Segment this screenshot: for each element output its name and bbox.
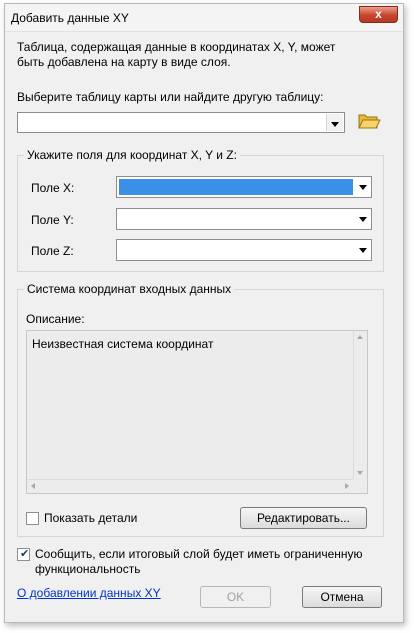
intro-text: Таблица, содержащая данные в координатах…: [17, 40, 335, 70]
chevron-down-icon: [359, 185, 367, 190]
check-mark-icon: ✔: [20, 548, 30, 560]
intro-text-line2: быть добавлена на карту в виде слоя.: [17, 55, 231, 69]
scroll-left-icon[interactable]: [31, 483, 35, 489]
field-y-select[interactable]: [116, 208, 372, 230]
description-text: Неизвестная система координат: [32, 337, 214, 351]
chevron-down-icon: [331, 122, 339, 127]
dialog-window: Добавить данные XY x Таблица, содержащая…: [4, 3, 404, 623]
table-select-combo[interactable]: [17, 112, 345, 133]
description-label: Описание:: [26, 312, 85, 326]
chevron-down-icon: [359, 217, 367, 222]
field-z-select[interactable]: [116, 239, 372, 261]
field-y-label: Поле Y:: [31, 213, 74, 227]
window-title: Добавить данные XY: [11, 11, 129, 25]
close-icon: x: [375, 7, 382, 21]
intro-text-line1: Таблица, содержащая данные в координатах…: [17, 40, 336, 54]
scroll-down-icon[interactable]: [357, 471, 363, 475]
folder-open-icon: [358, 114, 381, 129]
chevron-down-icon: [359, 248, 367, 253]
description-vertical-scrollbar[interactable]: [353, 331, 367, 479]
title-bar[interactable]: Добавить данные XY x: [5, 4, 403, 32]
edit-button[interactable]: Редактировать...: [240, 507, 367, 529]
show-details-label: Показать детали: [44, 511, 138, 525]
description-horizontal-scrollbar[interactable]: [27, 479, 353, 493]
warn-label-line1: Сообщить, если итоговый слой будет иметь…: [35, 547, 363, 561]
show-details-checkbox[interactable]: [26, 512, 39, 525]
coordinate-system-group: Система координат входных данных Описани…: [17, 282, 384, 537]
cancel-button[interactable]: Отмена: [302, 586, 382, 608]
scroll-up-icon[interactable]: [357, 335, 363, 339]
browse-button[interactable]: [357, 110, 381, 132]
description-textarea[interactable]: Неизвестная система координат: [26, 330, 368, 494]
help-link[interactable]: О добавлении данных XY: [17, 586, 161, 600]
field-x-label: Поле X:: [31, 181, 75, 195]
warn-limited-functionality-label: Сообщить, если итоговый слой будет иметь…: [35, 547, 363, 577]
scroll-right-icon[interactable]: [345, 483, 349, 489]
coordinate-system-group-label: Система координат входных данных: [24, 282, 235, 296]
coordinate-fields-group: Укажите поля для координат X, Y и Z: Пол…: [17, 148, 384, 272]
field-x-select[interactable]: [116, 176, 372, 198]
ok-button[interactable]: OK: [200, 586, 271, 608]
table-select-dropdown-button[interactable]: [326, 114, 343, 131]
close-button[interactable]: x: [359, 6, 398, 23]
warn-limited-functionality-checkbox[interactable]: ✔: [17, 548, 30, 561]
field-z-label: Поле Z:: [31, 244, 74, 258]
field-x-selection-highlight: [119, 179, 353, 195]
warn-label-line2: функциональность: [35, 562, 141, 576]
coordinate-fields-group-label: Укажите поля для координат X, Y и Z:: [24, 148, 240, 162]
table-select-label: Выберите таблицу карты или найдите другу…: [17, 90, 324, 104]
